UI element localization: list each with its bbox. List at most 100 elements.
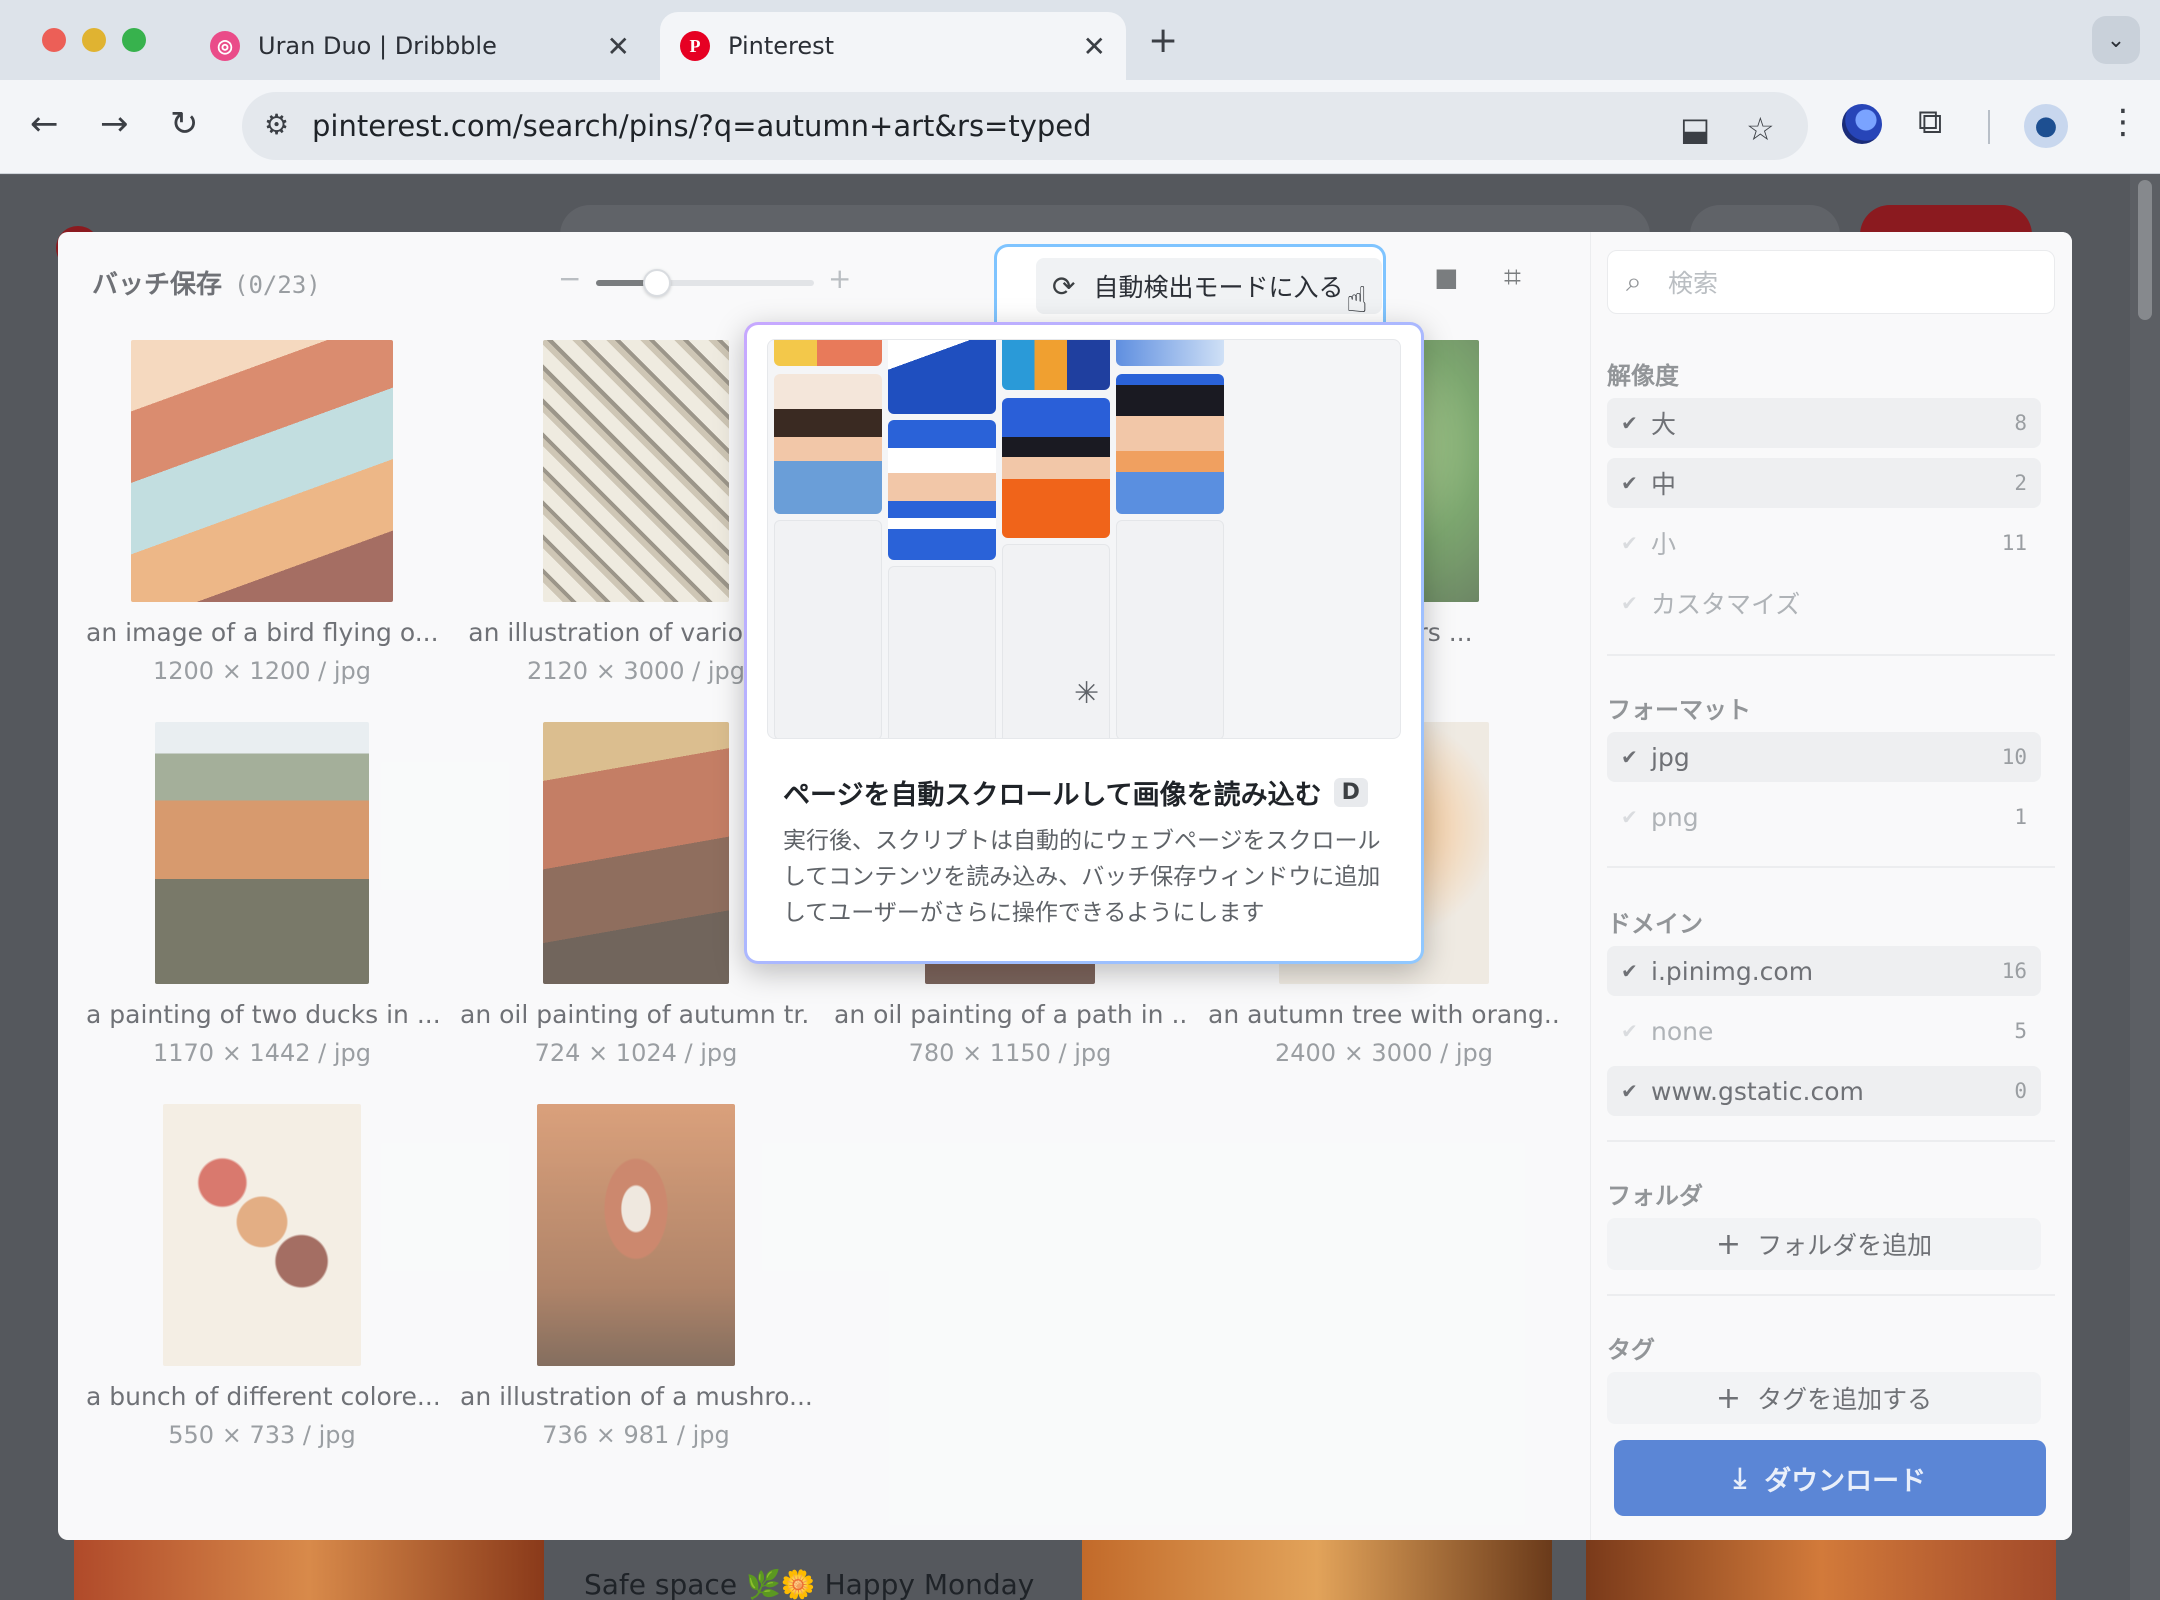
minimize-window-button[interactable]	[82, 28, 106, 52]
check-icon: ✔	[1621, 745, 1638, 769]
image-meta: 550 × 733 / jpg	[168, 1421, 356, 1449]
image-caption: an image of a bird flying o...	[86, 618, 438, 647]
search-icon: ⌕	[1626, 265, 1642, 298]
back-arrow-icon[interactable]: ←	[30, 104, 59, 144]
filter-domain-pinimg[interactable]: ✔ i.pinimg.com 16	[1607, 946, 2041, 996]
extensions-puzzle-icon[interactable]: ⧉	[1918, 102, 1942, 142]
batch-save-title: バッチ保存 (0/23)	[92, 264, 321, 301]
image-meta: 780 × 1150 / jpg	[908, 1039, 1112, 1067]
shortcut-key-badge: D	[1333, 778, 1368, 807]
format-heading: フォーマット	[1607, 696, 1751, 724]
kebab-menu-icon[interactable]: ⋮	[2106, 102, 2140, 142]
tab-title: Pinterest	[728, 32, 835, 60]
filter-count: 5	[2014, 1019, 2027, 1043]
image-thumbnail[interactable]	[543, 340, 729, 602]
extension-logo-icon[interactable]	[1842, 104, 1882, 144]
selected-count: (0/23)	[234, 271, 321, 299]
section-divider	[1607, 1140, 2055, 1142]
filter-resolution-small[interactable]: ✔ 小 11	[1607, 518, 2041, 568]
filter-label: 中	[1651, 470, 1677, 499]
chevron-down-icon: ⌄	[2106, 27, 2126, 53]
add-tag-button[interactable]: + タグを追加する	[1607, 1372, 2041, 1424]
filter-format-jpg[interactable]: ✔ jpg 10	[1607, 732, 2041, 782]
filter-count: 10	[2001, 745, 2027, 769]
image-thumbnail[interactable]	[163, 1104, 361, 1366]
auto-detect-button[interactable]: ⟳ 自動検出モードに入る	[1036, 258, 1382, 314]
filter-domain-gstatic[interactable]: ✔ www.gstatic.com 0	[1607, 1066, 2041, 1116]
forward-arrow-icon[interactable]: →	[100, 104, 129, 144]
tooltip-title: ページを自動スクロールして画像を読み込む D	[783, 773, 1368, 812]
zoom-out-icon[interactable]: −	[558, 262, 581, 295]
image-thumbnail[interactable]	[543, 722, 729, 984]
reload-icon[interactable]: ↻	[170, 104, 199, 144]
page-scrollbar[interactable]	[2130, 175, 2160, 1600]
image-caption: an autumn tree with orang...	[1208, 1000, 1560, 1029]
preview-tile	[1002, 340, 1110, 390]
tab-dribbble[interactable]: ◎ Uran Duo | Dribbble ✕	[190, 12, 650, 80]
image-card[interactable]: a painting of two ducks in ... 1170 × 14…	[86, 722, 438, 1067]
image-caption: a painting of two ducks in ...	[86, 1000, 438, 1029]
image-thumbnail[interactable]	[131, 340, 393, 602]
install-app-icon[interactable]: ⬓	[1680, 110, 1710, 148]
preview-tile	[888, 340, 996, 414]
section-divider	[1607, 1294, 2055, 1296]
image-thumbnail[interactable]	[155, 722, 369, 984]
check-icon: ✔	[1621, 471, 1638, 495]
tooltip-title-text: ページを自動スクロールして画像を読み込む	[783, 780, 1322, 811]
maximize-window-button[interactable]	[122, 28, 146, 52]
batch-title-text: バッチ保存	[92, 270, 223, 300]
filter-count: 11	[2001, 531, 2027, 555]
check-icon: ✔	[1621, 805, 1638, 829]
image-card[interactable]: an illustration of a mushro... 736 × 981…	[460, 1104, 812, 1449]
toolbar-divider	[1988, 110, 1990, 144]
tab-close-icon[interactable]: ✕	[607, 30, 630, 63]
profile-avatar-icon[interactable]: ●	[2024, 104, 2068, 148]
image-caption: a bunch of different colore...	[86, 1382, 438, 1411]
zoom-slider[interactable]	[596, 269, 814, 297]
tab-search-button[interactable]: ⌄	[2092, 16, 2140, 64]
filter-count: 0	[2014, 1079, 2027, 1103]
site-settings-icon[interactable]: ⚙	[264, 108, 289, 141]
image-caption: an oil painting of autumn tr...	[460, 1000, 812, 1029]
new-tab-button[interactable]: +	[1148, 20, 1178, 61]
url-text: pinterest.com/search/pins/?q=autumn+art&…	[312, 109, 1092, 143]
resolution-heading: 解像度	[1607, 362, 1679, 390]
browser-tab-bar: ◎ Uran Duo | Dribbble ✕ P Pinterest ✕ + …	[0, 0, 2160, 80]
image-meta: 724 × 1024 / jpg	[534, 1039, 738, 1067]
filter-domain-none[interactable]: ✔ none 5	[1607, 1006, 2041, 1056]
image-card[interactable]: an image of a bird flying o... 1200 × 12…	[86, 340, 438, 685]
tab-close-icon[interactable]: ✕	[1083, 30, 1106, 63]
bookmark-star-icon[interactable]: ☆	[1746, 110, 1775, 148]
check-icon: ✔	[1621, 1079, 1638, 1103]
filter-resolution-custom[interactable]: ✔ カスタマイズ	[1607, 578, 2041, 628]
image-card[interactable]: a bunch of different colore... 550 × 733…	[86, 1104, 438, 1449]
image-caption: an illustration of a mushro...	[460, 1382, 812, 1411]
browser-toolbar: ← → ↻ ⚙ pinterest.com/search/pins/?q=aut…	[0, 80, 2160, 174]
filter-search-input[interactable]: ⌕ 検索	[1607, 250, 2055, 314]
preview-tile	[1116, 374, 1224, 514]
check-icon: ✔	[1621, 1019, 1638, 1043]
filter-label: png	[1651, 802, 1699, 832]
preview-tile	[1116, 340, 1224, 366]
section-divider	[1607, 866, 2055, 868]
filter-resolution-large[interactable]: ✔ 大 8	[1607, 398, 2041, 448]
filter-resolution-medium[interactable]: ✔ 中 2	[1607, 458, 2041, 508]
address-bar[interactable]: ⚙ pinterest.com/search/pins/?q=autumn+ar…	[242, 92, 1808, 160]
preview-tile	[888, 420, 996, 560]
image-thumbnail[interactable]	[537, 1104, 735, 1366]
close-window-button[interactable]	[42, 28, 66, 52]
download-button[interactable]: ⤓ ダウンロード	[1614, 1440, 2046, 1516]
add-folder-button[interactable]: + フォルダを追加	[1607, 1218, 2041, 1270]
zoom-in-icon[interactable]: +	[828, 262, 851, 295]
zoom-slider-thumb[interactable]	[643, 269, 672, 297]
plus-icon: +	[1715, 1226, 1742, 1262]
tab-pinterest[interactable]: P Pinterest ✕	[660, 12, 1126, 80]
screenshot-frame-icon[interactable]: ⌗	[1504, 260, 1521, 295]
check-icon: ✔	[1621, 411, 1638, 435]
preview-tile-placeholder	[1116, 520, 1224, 738]
filter-format-png[interactable]: ✔ png 1	[1607, 792, 2041, 842]
page-scrollbar-thumb[interactable]	[2138, 180, 2152, 320]
stop-square-icon[interactable]: ◼	[1434, 260, 1459, 295]
hand-pointer-icon: ☝	[1346, 280, 1368, 321]
image-meta: 2400 × 3000 / jpg	[1274, 1039, 1493, 1067]
